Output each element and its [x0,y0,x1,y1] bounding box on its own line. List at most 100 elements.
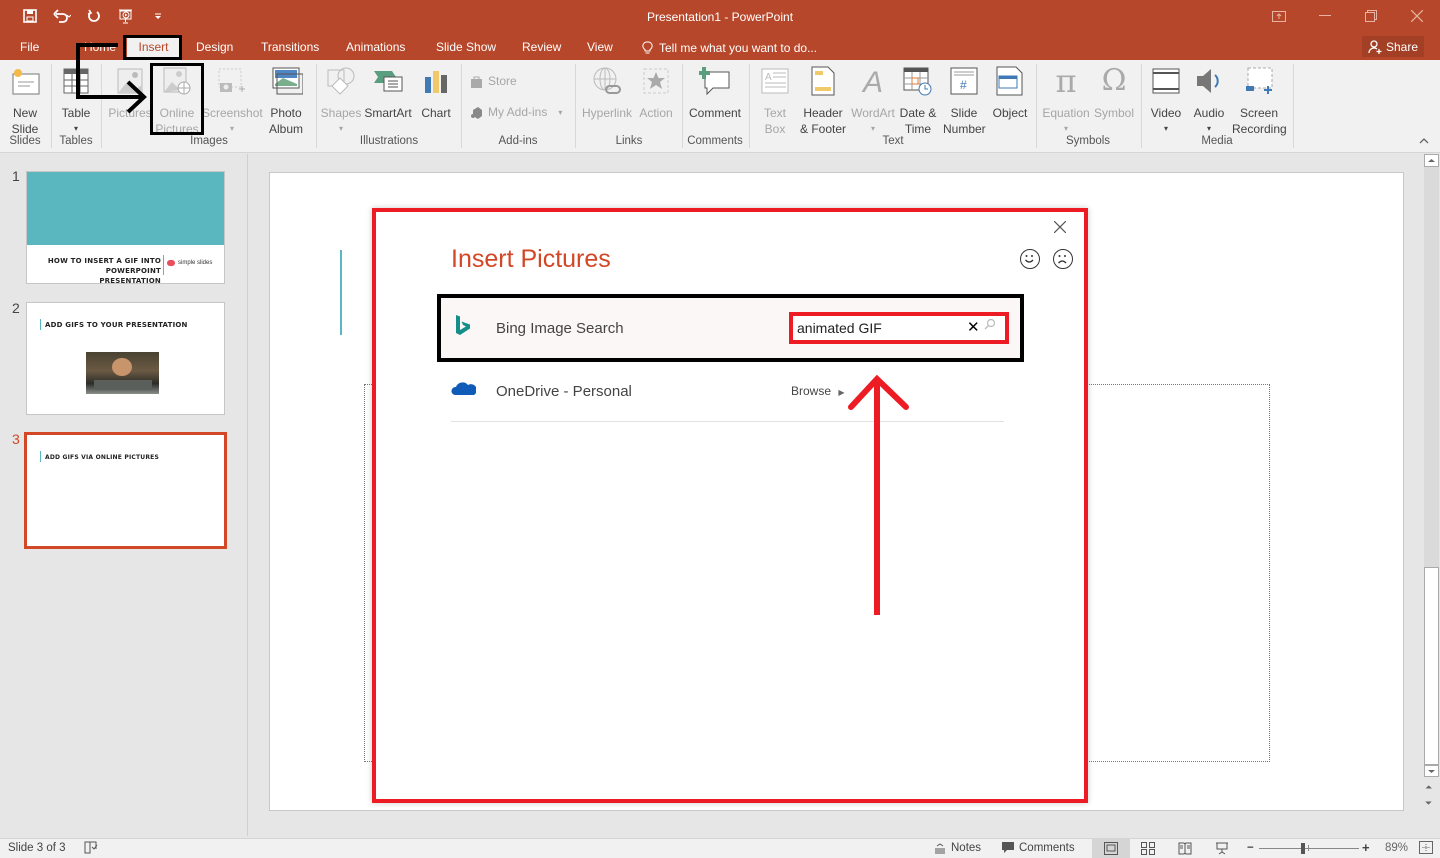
reading-view-icon[interactable] [1178,842,1192,858]
scroll-up-button[interactable] [1424,154,1439,167]
clear-search-icon[interactable]: ✕ [967,318,980,336]
pictures-button[interactable]: Pictures [108,64,152,121]
minimize-icon[interactable] [1302,6,1348,26]
ribbon-tabs: File Home Insert Design Transitions Anim… [0,35,1440,60]
action-label: Action [639,106,673,120]
zoom-level[interactable]: 89% [1385,842,1408,854]
tab-animations[interactable]: Animations [338,35,413,60]
shapes-button[interactable]: Shapes ▾ [320,64,362,137]
action-button[interactable]: Action [634,64,678,121]
my-addins-button[interactable]: My Add-ins ▾ [470,105,562,119]
spelling-check-icon[interactable] [84,841,98,857]
zoom-slider-thumb[interactable] [1300,843,1305,854]
wordart-label: WordArt [851,106,895,120]
thumbnail-banner [27,172,224,245]
group-label-media: Media [1201,135,1233,147]
normal-view-button[interactable] [1092,839,1130,858]
shapes-icon [325,64,357,98]
zoom-slider[interactable] [1259,848,1359,849]
bing-search-value[interactable]: animated GIF [797,320,882,336]
online-pictures-icon [161,64,193,98]
header-footer-button[interactable]: Header & Footer [798,64,848,137]
shapes-label: Shapes [320,106,362,120]
scroll-track[interactable] [1424,167,1439,567]
video-button[interactable]: Video ▾ [1146,64,1186,137]
screen-recording-button[interactable]: Screen Recording [1232,64,1287,137]
restore-icon[interactable] [1348,6,1394,26]
photo-album-button[interactable]: Photo Album [264,64,310,137]
online-pictures-button[interactable]: Online Pictures [154,64,200,137]
vertical-scrollbar[interactable]: ⏶ ⏷ [1423,154,1440,836]
comment-button[interactable]: Comment [686,64,744,121]
text-box-label: Text Box [763,106,786,136]
frown-feedback-icon[interactable] [1053,249,1073,269]
share-button[interactable]: Share [1362,36,1424,57]
tab-slide-show[interactable]: Slide Show [428,35,504,60]
chevron-right-icon: ▶ [838,388,845,397]
tab-review[interactable]: Review [514,35,569,60]
wordart-button[interactable]: A WordArt ▾ [850,64,896,137]
notes-button[interactable]: Notes [934,842,981,854]
symbol-label: Symbol [1093,106,1134,120]
previous-slide-icon[interactable]: ⏶ [1425,783,1432,792]
slide-thumbnail-3[interactable]: ADD GIFS VIA ONLINE PICTURES [24,432,227,549]
slide-sorter-view-icon[interactable] [1141,842,1155,858]
wordart-icon: A [857,64,889,98]
audio-button[interactable]: Audio ▾ [1188,64,1230,137]
tell-me-search[interactable]: Tell me what you want to do... [642,35,817,60]
tab-insert[interactable]: Insert [127,35,180,60]
screenshot-icon [216,64,248,98]
dialog-close-icon[interactable] [1050,217,1070,237]
symbol-button[interactable]: Ω Symbol [1092,64,1136,121]
svg-text:A: A [765,72,772,83]
tab-transitions[interactable]: Transitions [253,35,327,60]
tab-home[interactable]: Home [76,35,124,60]
onedrive-cloud-icon [451,380,477,399]
collapse-ribbon-icon[interactable] [1419,136,1429,147]
object-label: Object [992,106,1028,120]
fit-slide-to-window-icon[interactable] [1419,841,1433,857]
equation-button[interactable]: π Equation ▾ [1040,64,1092,137]
date-time-button[interactable]: Date & Time [896,64,940,137]
browse-onedrive-link[interactable]: Browse ▶ [791,384,845,398]
zoom-in-button[interactable]: + [1362,840,1370,855]
store-button[interactable]: Store [470,74,517,88]
object-button[interactable]: Object [988,64,1032,121]
simple-slides-logo: simple slides [167,260,212,266]
slide-thumbnail-2[interactable]: ADD GIFS TO YOUR PRESENTATION [26,302,225,415]
text-box-button[interactable]: A Text Box [754,64,796,137]
tab-view[interactable]: View [579,35,621,60]
comments-button[interactable]: Comments [1002,842,1075,854]
zoom-out-button[interactable]: − [1247,842,1254,854]
tab-design[interactable]: Design [188,35,241,60]
pictures-icon [114,64,146,98]
scroll-thumb[interactable] [1424,567,1439,765]
next-slide-icon[interactable]: ⏷ [1425,799,1432,808]
tab-file[interactable]: File [12,35,47,60]
close-window-icon[interactable] [1394,6,1440,26]
table-button[interactable]: Table ▾ [58,64,94,137]
dialog-title: Insert Pictures [451,245,611,273]
slide-number-button[interactable]: # Slide Number [940,64,988,137]
scroll-down-button[interactable] [1424,765,1439,777]
date-time-icon [902,64,934,98]
smartart-icon [372,64,404,98]
smartart-button[interactable]: SmartArt [362,64,414,121]
hyperlink-button[interactable]: Hyperlink [580,64,634,121]
ribbon-display-options-icon[interactable] [1256,6,1302,26]
pictures-label: Pictures [108,106,152,120]
screenshot-button[interactable]: Screenshot ▾ [202,64,263,137]
svg-text:A: A [861,66,883,96]
slide-thumbnail-1[interactable]: HOW TO INSERT A GIF INTO POWERPOINT PRES… [26,171,225,284]
header-footer-icon [807,64,839,98]
equation-label: Equation [1042,106,1090,120]
lightbulb-icon [642,40,653,53]
slide-show-view-icon[interactable] [1215,842,1229,858]
search-icon[interactable] [984,318,996,333]
chart-button[interactable]: Chart [418,64,454,121]
store-icon [471,76,482,88]
new-slide-button[interactable]: New Slide [4,64,46,137]
smile-feedback-icon[interactable] [1020,249,1040,269]
my-addins-label: My Add-ins [488,105,548,119]
chart-label: Chart [421,106,451,120]
